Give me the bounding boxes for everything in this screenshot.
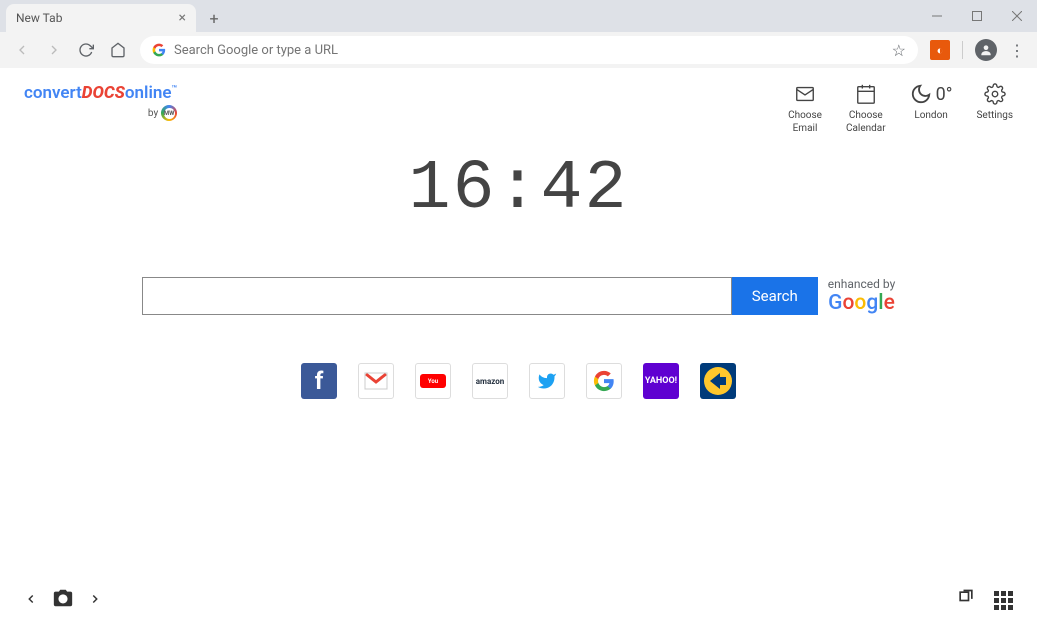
url-toolbar: ☆ ◐ ⋮ [0, 32, 1037, 68]
weather-widget[interactable]: 0° London [910, 83, 953, 122]
widget-label: Calendar [846, 123, 886, 134]
profile-button[interactable] [975, 39, 997, 61]
camera-icon[interactable] [52, 587, 74, 613]
youtube-tile[interactable]: You [415, 363, 451, 399]
expedia-tile[interactable] [700, 363, 736, 399]
logo-part: DOCS [82, 83, 125, 103]
settings-button[interactable]: Settings [976, 83, 1013, 122]
search-box: Search [142, 277, 818, 315]
moon-icon [910, 83, 932, 105]
search-button[interactable]: Search [732, 277, 818, 315]
choose-email-button[interactable]: Choose Email [788, 83, 822, 135]
search-row: Search enhanced by Google [0, 277, 1037, 315]
logo-part: convert [24, 83, 82, 103]
header-widgets: Choose Email Choose Calendar 0° London Set… [788, 83, 1013, 135]
choose-calendar-button[interactable]: Choose Calendar [846, 83, 886, 135]
enhanced-by-google: enhanced by Google [828, 277, 896, 315]
next-wallpaper-button[interactable] [88, 591, 102, 610]
header: convertDOCSonline™ byMW Choose Email Choo… [0, 68, 1037, 135]
apps-grid-icon[interactable] [994, 591, 1013, 610]
window-controls [917, 0, 1037, 32]
extension-icon[interactable]: ◐ [930, 40, 950, 60]
settings-label: Settings [976, 109, 1013, 122]
home-button[interactable] [104, 36, 132, 64]
twitter-tile[interactable] [529, 363, 565, 399]
google-tile[interactable] [586, 363, 622, 399]
amazon-tile[interactable]: amazon [472, 363, 508, 399]
tabs-area: New Tab × + [0, 0, 228, 32]
gear-icon [984, 83, 1006, 105]
tab-title: New Tab [16, 11, 62, 25]
facebook-tile[interactable]: f [301, 363, 337, 399]
close-window-button[interactable] [997, 0, 1037, 32]
divider [962, 41, 963, 59]
back-button[interactable] [8, 36, 36, 64]
yahoo-tile[interactable]: YAHOO! [643, 363, 679, 399]
address-bar[interactable]: ☆ [140, 36, 918, 64]
trademark: ™ [172, 84, 178, 94]
weather-city: London [914, 109, 947, 122]
widget-label: Choose [788, 110, 822, 121]
google-icon [152, 43, 166, 57]
reload-button[interactable] [72, 36, 100, 64]
amazon-label: amazon [476, 377, 505, 386]
minimize-button[interactable] [917, 0, 957, 32]
temperature: 0° [936, 84, 953, 105]
forward-button[interactable] [40, 36, 68, 64]
prev-wallpaper-button[interactable] [24, 591, 38, 610]
bookmark-star-icon[interactable]: ☆ [892, 41, 906, 60]
page-content: convertDOCSonline™ byMW Choose Email Choo… [0, 68, 1037, 624]
window-titlebar: New Tab × + [0, 0, 1037, 32]
search-input[interactable] [142, 277, 732, 315]
close-tab-icon[interactable]: × [179, 11, 186, 25]
mail-icon [794, 83, 816, 105]
widget-label: Choose [849, 110, 883, 121]
address-input[interactable] [174, 43, 884, 58]
maximize-button[interactable] [957, 0, 997, 32]
by-label: by [148, 108, 158, 119]
convertdocsonline-logo: convertDOCSonline™ byMW [24, 83, 177, 121]
calendar-icon [855, 83, 877, 105]
new-tab-button[interactable]: + [200, 4, 228, 32]
widget-label: Email [793, 123, 818, 134]
expand-icon[interactable] [956, 588, 976, 612]
footer [0, 576, 1037, 624]
quick-links: f You amazon YAHOO! [0, 363, 1037, 399]
clock-display: 16:42 [0, 150, 1037, 229]
browser-tab[interactable]: New Tab × [6, 4, 196, 32]
google-logo: Google [828, 291, 895, 315]
gmail-tile[interactable] [358, 363, 394, 399]
browser-menu-button[interactable]: ⋮ [1005, 41, 1029, 60]
logo-part: online [125, 83, 172, 103]
mw-logo-icon: MW [161, 105, 177, 121]
enhanced-label: enhanced by [828, 277, 896, 291]
